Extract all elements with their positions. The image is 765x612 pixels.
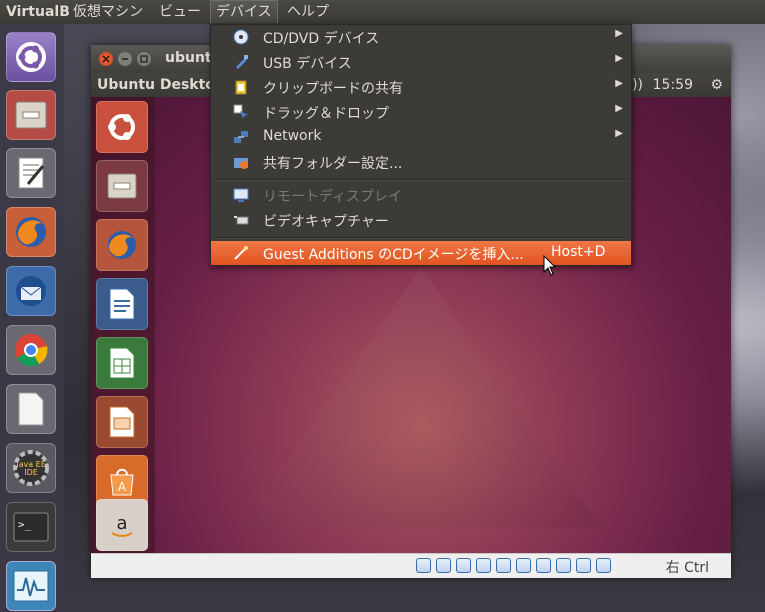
app-title: VirtualB: [6, 4, 70, 20]
text-editor-launcher[interactable]: [6, 148, 56, 198]
menu-item-insert-guest-additions[interactable]: Guest Additions のCDイメージを挿入... Host+D: [211, 241, 631, 265]
display-status-icon[interactable]: [516, 558, 531, 573]
guest-panel-title: Ubuntu Desktop: [97, 77, 225, 93]
submenu-arrow-icon: ▶: [615, 53, 623, 64]
svg-text:a: a: [116, 513, 127, 534]
cpu-status-icon[interactable]: [556, 558, 571, 573]
firefox-icon: [16, 217, 46, 247]
java-ee-ide-launcher[interactable]: Java EE IDE: [6, 443, 56, 493]
usb-icon: [236, 55, 248, 69]
close-button[interactable]: [99, 52, 113, 66]
wallpaper-shape: [241, 267, 601, 527]
svg-text:IDE: IDE: [24, 468, 38, 477]
submenu-arrow-icon: ▶: [615, 78, 623, 89]
ubuntu-logo-icon: [16, 42, 46, 72]
gear-icon: Java EEIDE: [13, 450, 49, 486]
thunderbird-launcher[interactable]: [6, 266, 56, 316]
video-capture-icon: [234, 216, 249, 225]
power-gear-icon[interactable]: ⚙: [710, 73, 723, 97]
drag-drop-icon: [233, 104, 248, 119]
svg-text:A: A: [118, 480, 127, 494]
maximize-icon: [140, 55, 148, 63]
menu-item-remote-display: リモートディスプレイ: [211, 183, 631, 208]
mouse-cursor-icon: [543, 255, 557, 276]
amazon-icon: a: [111, 513, 133, 537]
hdd-status-icon[interactable]: [416, 558, 431, 573]
menu-separator: [215, 179, 627, 181]
install-icon: [234, 246, 248, 260]
network-status-icon[interactable]: [476, 558, 491, 573]
minimize-button[interactable]: [118, 52, 132, 66]
files-launcher[interactable]: [6, 90, 56, 140]
chrome-launcher[interactable]: [6, 325, 56, 375]
menu-devices[interactable]: デバイス: [210, 0, 278, 23]
text-editor-icon: [18, 157, 45, 189]
menu-machine[interactable]: 仮想マシン: [68, 0, 148, 24]
shared-folder-status-icon[interactable]: [496, 558, 511, 573]
calc-icon: [109, 347, 135, 379]
dash-button[interactable]: [6, 32, 56, 82]
svg-text:>_: >_: [18, 518, 32, 531]
host-launcher: Java EE IDE >_: [0, 24, 64, 612]
guest-amazon-launcher[interactable]: a: [96, 499, 148, 551]
host-key-label: 右 Ctrl: [665, 560, 709, 576]
menu-item-shared-folders[interactable]: 共有フォルダー設定...: [211, 150, 631, 175]
file-cabinet-icon: [107, 173, 137, 199]
guest-writer-launcher[interactable]: [96, 278, 148, 330]
close-icon: [102, 55, 110, 63]
maximize-button[interactable]: [137, 52, 151, 66]
guest-dash-button[interactable]: [96, 101, 148, 153]
remote-display-icon: [233, 188, 249, 202]
document-icon: [18, 392, 44, 426]
shared-folder-icon: [234, 158, 248, 169]
chrome-icon: [15, 334, 48, 367]
devices-menu: CD/DVD デバイス ▶ USB デバイス ▶ クリップボードの共有 ▶ ドラ…: [210, 24, 632, 266]
shopping-bag-icon: A: [110, 468, 134, 496]
status-icons: [416, 558, 611, 573]
firefox-icon: [108, 231, 136, 259]
libreoffice-launcher[interactable]: [6, 384, 56, 434]
vm-statusbar: 右 Ctrl: [91, 553, 731, 578]
guest-calc-launcher[interactable]: [96, 337, 148, 389]
cd-icon: [233, 29, 249, 45]
network-icon: [234, 131, 248, 143]
system-monitor-icon: [13, 570, 49, 602]
menu-item-network[interactable]: Network ▶: [211, 125, 631, 150]
usb-status-icon[interactable]: [456, 558, 471, 573]
ubuntu-logo-icon: [108, 114, 135, 140]
submenu-arrow-icon: ▶: [615, 128, 623, 139]
thunderbird-icon: [16, 276, 46, 306]
cd-status-icon[interactable]: [436, 558, 451, 573]
system-monitor-launcher[interactable]: [6, 561, 56, 611]
file-cabinet-icon: [15, 101, 47, 129]
menu-item-drag-drop[interactable]: ドラッグ＆ドロップ ▶: [211, 100, 631, 125]
video-capture-status-icon[interactable]: [536, 558, 551, 573]
menu-separator: [215, 237, 627, 239]
shortcut-label: Host+D: [551, 244, 606, 260]
writer-icon: [109, 288, 135, 320]
terminal-launcher[interactable]: >_: [6, 502, 56, 552]
guest-clock[interactable]: 15:59: [653, 73, 693, 97]
firefox-launcher[interactable]: [6, 207, 56, 257]
menu-help[interactable]: ヘルプ: [282, 0, 334, 24]
menu-item-cd-dvd[interactable]: CD/DVD デバイス ▶: [211, 25, 631, 50]
clipboard-icon: [235, 80, 247, 95]
menu-view[interactable]: ビュー: [154, 0, 206, 24]
guest-firefox-launcher[interactable]: [96, 219, 148, 271]
minimize-icon: [122, 58, 128, 60]
submenu-arrow-icon: ▶: [615, 28, 623, 39]
submenu-arrow-icon: ▶: [615, 103, 623, 114]
host-menubar: VirtualB 仮想マシン ビュー デバイス ヘルプ: [0, 0, 765, 24]
guest-files-launcher[interactable]: [96, 160, 148, 212]
mouse-integration-icon[interactable]: [576, 558, 591, 573]
menu-item-clipboard[interactable]: クリップボードの共有 ▶: [211, 75, 631, 100]
menu-item-video-capture[interactable]: ビデオキャプチャー: [211, 208, 631, 233]
guest-impress-launcher[interactable]: [96, 396, 148, 448]
impress-icon: [109, 406, 135, 438]
terminal-icon: >_: [13, 512, 49, 542]
guest-launcher: A a: [91, 97, 155, 553]
menu-item-usb[interactable]: USB デバイス ▶: [211, 50, 631, 75]
host-key-arrow-icon[interactable]: [596, 558, 611, 573]
